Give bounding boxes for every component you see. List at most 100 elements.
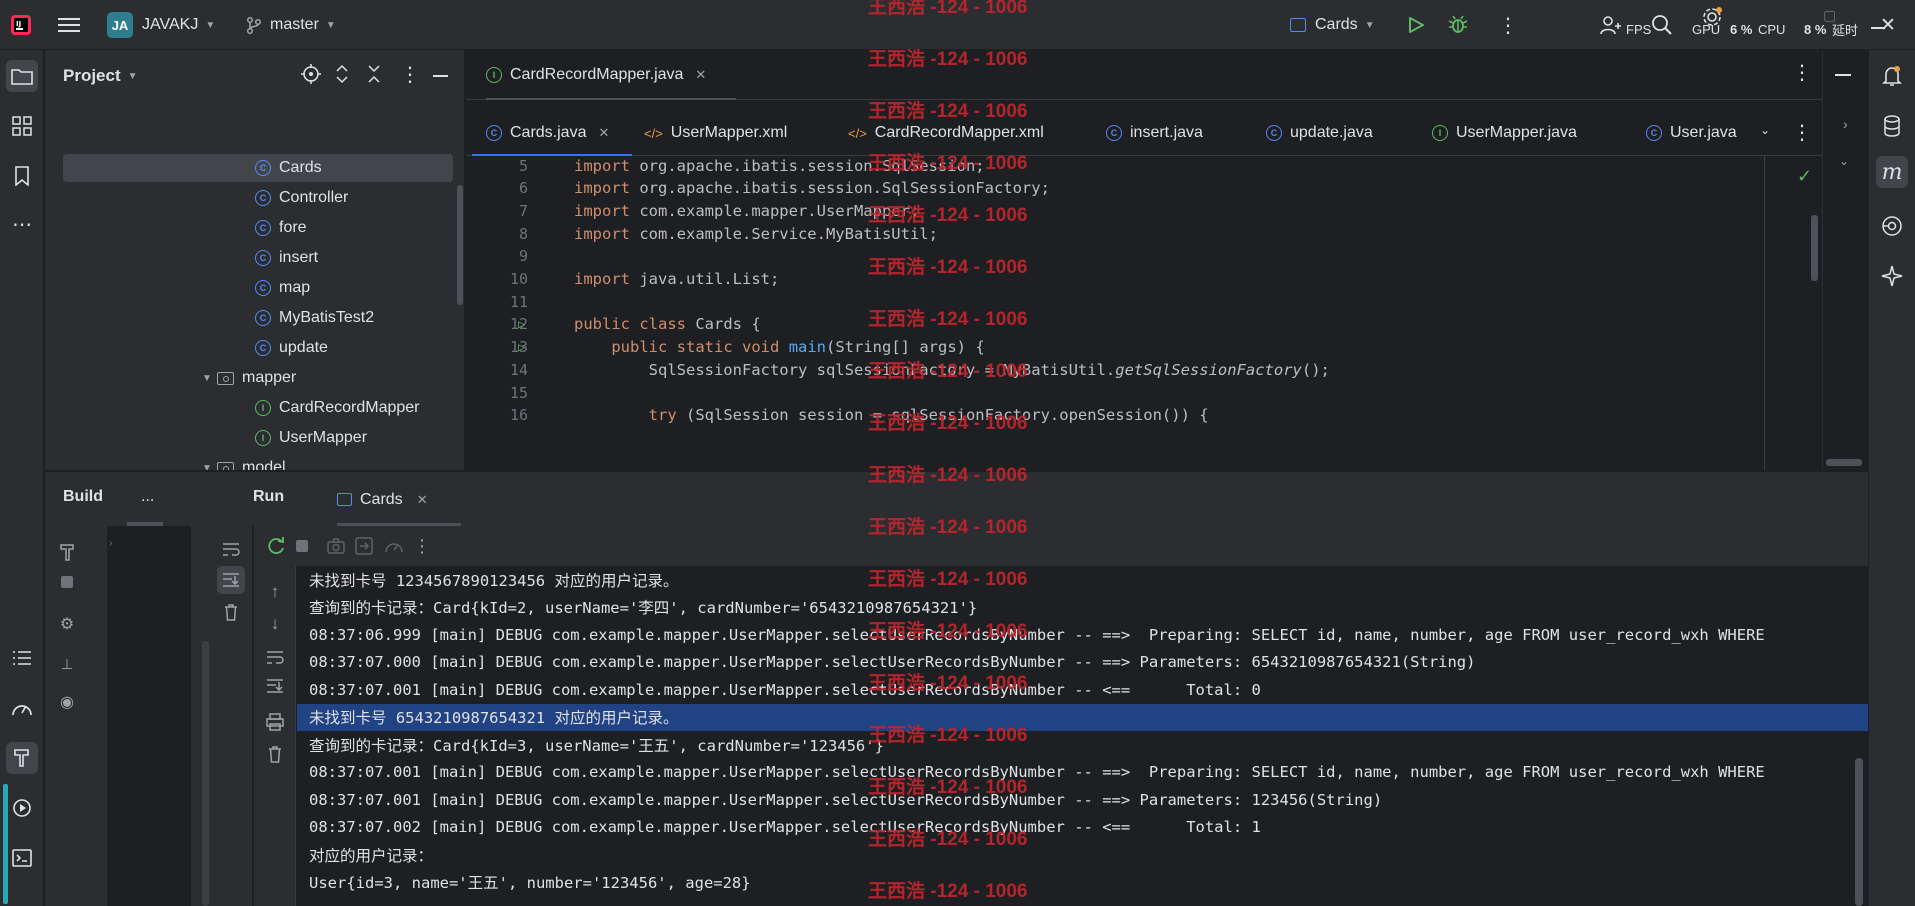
hide-panel-icon[interactable] — [433, 75, 448, 77]
tree-toggle-icon[interactable]: › — [109, 538, 112, 549]
console-line[interactable]: 08:37:06.999 [main] DEBUG com.example.ma… — [297, 621, 1868, 648]
soft-wrap-icon[interactable] — [217, 536, 245, 564]
no-problems-check-icon[interactable]: ✓ — [1797, 166, 1812, 187]
console-line[interactable]: User{id=3, name='王五', number='123456', a… — [297, 869, 1868, 896]
scroll-to-end-icon[interactable] — [217, 566, 245, 594]
arrow-up-icon[interactable]: ↑ — [261, 578, 289, 606]
soft-wrap-icon[interactable] — [261, 644, 289, 672]
chevron-down-icon[interactable]: ⌄ — [1839, 154, 1849, 168]
more-tools-icon[interactable]: ⋯ — [6, 208, 38, 240]
tree-item[interactable]: C Controller — [63, 184, 348, 212]
camera-icon[interactable] — [322, 532, 350, 560]
close-window-icon[interactable]: ✕ — [1880, 0, 1896, 50]
stop-icon[interactable] — [288, 532, 316, 560]
project-panel-title[interactable]: Project ▼ — [63, 66, 138, 86]
eye-icon[interactable]: ◉ — [53, 688, 81, 716]
close-tab-icon[interactable]: ✕ — [417, 492, 428, 508]
project-tool-icon[interactable] — [6, 60, 38, 92]
tree-item[interactable]: C MyBatisTest2 — [63, 304, 374, 332]
close-tab-icon[interactable]: ✕ — [598, 125, 609, 141]
build-more-tab[interactable]: ... — [141, 488, 154, 506]
console-line[interactable]: 查询到的卡记录：Card{kId=3, userName='王五', cardN… — [297, 731, 1868, 758]
tree-item[interactable]: Cfore — [63, 214, 307, 242]
chevron-down-icon[interactable]: ▼ — [197, 463, 217, 471]
console-line[interactable]: 08:37:07.001 [main] DEBUG com.example.ma… — [297, 676, 1868, 703]
editor-tab[interactable]: Cinsert.java — [1106, 110, 1203, 156]
build-tree-area[interactable] — [107, 526, 191, 906]
tree-item[interactable]: C Cards — [63, 154, 453, 182]
structure-tool-icon[interactable] — [6, 110, 38, 142]
clear-trash-icon[interactable] — [217, 598, 245, 626]
editor-tab[interactable]: C User.java — [1646, 110, 1737, 156]
tree-item[interactable]: I UserMapper — [63, 424, 367, 452]
app-logo[interactable]: IJ — [10, 0, 32, 50]
tree-item[interactable]: Cinsert — [63, 244, 318, 272]
collapse-all-icon[interactable] — [367, 64, 381, 89]
endpoints-icon[interactable] — [1876, 210, 1908, 242]
locate-icon[interactable] — [301, 64, 321, 89]
console-line[interactable]: 未找到卡号 6543210987654321 对应的用户记录。 — [297, 703, 1868, 731]
close-tab-icon[interactable]: ✕ — [695, 67, 706, 83]
run-tab-label[interactable]: Run — [253, 488, 284, 506]
console-line[interactable]: 查询到的卡记录：Card{kId=2, userName='李四', cardN… — [297, 594, 1868, 621]
project-selector[interactable]: JA JAVAKJ ▼ — [107, 0, 215, 50]
profiler-icon[interactable] — [6, 692, 38, 724]
chevron-down-icon[interactable]: ▼ — [197, 373, 217, 384]
run-more-icon[interactable]: ⋮ — [408, 532, 436, 560]
console-line[interactable]: 对应的用户记录： — [297, 841, 1868, 868]
console-line[interactable]: 未找到卡号 1234567890123456 对应的用户记录。 — [297, 566, 1868, 593]
build-scrollbar[interactable] — [202, 641, 209, 906]
build-tab[interactable]: Build — [63, 488, 103, 506]
scroll-to-end-icon[interactable] — [261, 672, 289, 700]
build-hammer-icon[interactable] — [53, 538, 81, 566]
arrow-down-icon[interactable]: ↓ — [261, 610, 289, 638]
add-user-icon[interactable] — [1600, 0, 1622, 50]
project-scrollbar[interactable] — [457, 185, 463, 305]
more-actions-icon[interactable]: ⋮ — [1498, 0, 1518, 50]
exit-icon[interactable] — [350, 532, 378, 560]
code-editor[interactable]: 5 import org.apache.ibatis.session.SqlSes… — [466, 156, 1822, 470]
editor-scrollbar[interactable] — [1811, 215, 1818, 281]
clear-trash-icon[interactable] — [261, 740, 289, 768]
main-menu-icon[interactable] — [58, 0, 80, 50]
console-line[interactable]: 08:37:07.002 [main] DEBUG com.example.ma… — [297, 814, 1868, 841]
coverage-icon[interactable] — [380, 532, 408, 560]
console-scrollbar[interactable] — [1855, 758, 1863, 906]
expand-all-icon[interactable] — [335, 64, 349, 89]
run-config-selector[interactable]: Cards ▼ — [1290, 0, 1375, 50]
gutter-run-icon[interactable]: ▷ — [518, 340, 525, 354]
gutter-run-icon[interactable]: ▷ — [518, 317, 525, 331]
tree-item[interactable]: Cupdate — [63, 334, 328, 362]
build-tool-icon[interactable] — [6, 742, 38, 774]
tab-cardrecordmapper-java[interactable]: I CardRecordMapper.java ✕ — [486, 50, 706, 100]
console-line[interactable]: 08:37:07.000 [main] DEBUG com.example.ma… — [297, 649, 1868, 676]
todo-list-icon[interactable] — [6, 642, 38, 674]
pin-icon[interactable]: ⊥ — [53, 650, 81, 678]
notifications-icon[interactable] — [1876, 60, 1908, 92]
run-console[interactable]: 未找到卡号 1234567890123456 对应的用户记录。 查询到的卡记录：C… — [297, 566, 1868, 906]
run-button[interactable] — [1407, 0, 1425, 50]
chevron-right-icon[interactable]: › — [1843, 116, 1848, 132]
minimize-panel-icon[interactable] — [1835, 74, 1851, 76]
tab-options-icon[interactable]: ⋮ — [1792, 60, 1812, 85]
editor-hscrollbar[interactable] — [1826, 459, 1862, 466]
tree-item[interactable]: Cmap — [63, 274, 310, 302]
build-settings-icon[interactable]: ⚙ — [53, 610, 81, 638]
console-line[interactable]: 08:37:07.001 [main] DEBUG com.example.ma… — [297, 786, 1868, 813]
tree-item[interactable]: ▼ model — [63, 454, 286, 470]
tab-options-icon[interactable]: ⋮ — [1792, 120, 1812, 145]
tree-item[interactable]: I CardRecordMapper — [63, 394, 420, 422]
console-line[interactable]: 08:37:07.001 [main] DEBUG com.example.ma… — [297, 759, 1868, 786]
print-icon[interactable] — [261, 708, 289, 736]
ai-assistant-icon[interactable] — [1876, 260, 1908, 292]
tree-item[interactable]: ▼ mapper — [63, 364, 296, 392]
chevron-down-icon[interactable]: ⌄ — [1760, 123, 1770, 137]
code-line[interactable]: 16 try (SqlSession session = sqlSessionF… — [466, 402, 1822, 429]
maven-icon[interactable]: m — [1876, 156, 1908, 188]
editor-tab[interactable]: Cupdate.java — [1266, 110, 1373, 156]
settings-icon[interactable] — [1701, 0, 1723, 42]
database-icon[interactable] — [1876, 110, 1908, 142]
branch-selector[interactable]: master ▼ — [246, 0, 336, 50]
rerun-icon[interactable] — [262, 532, 290, 560]
debug-button[interactable] — [1448, 0, 1468, 50]
